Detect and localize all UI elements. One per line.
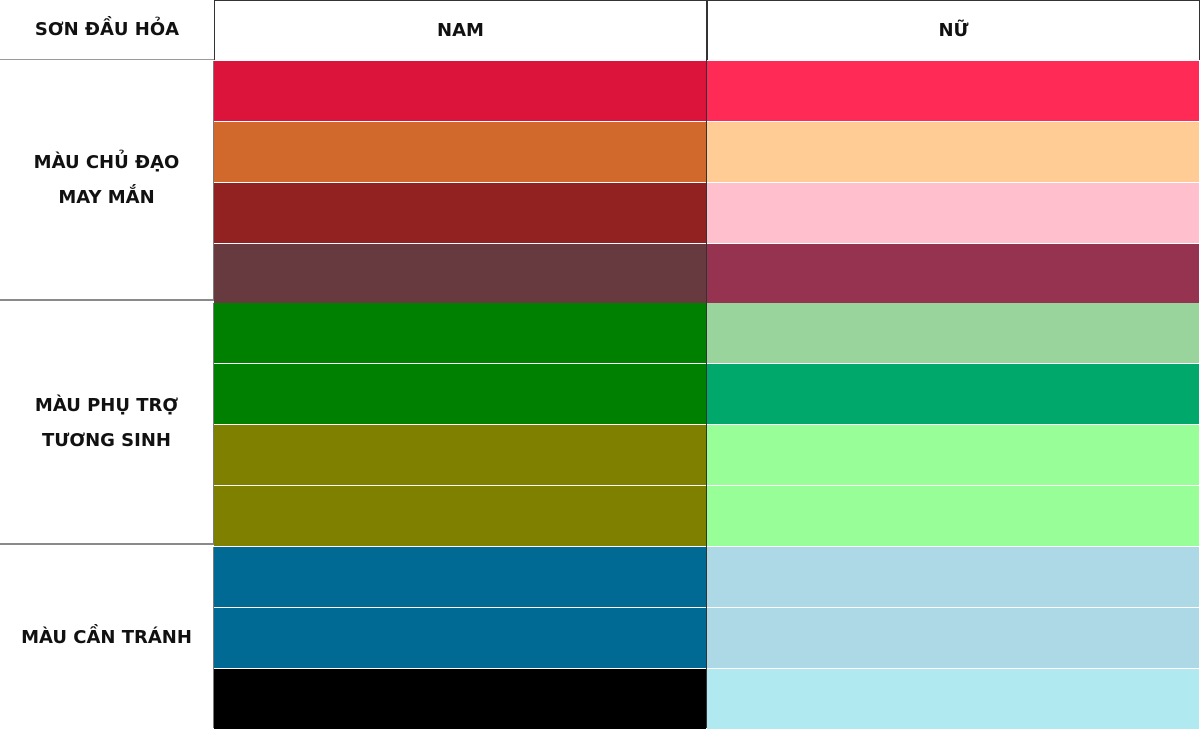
color-swatch-female (707, 183, 1199, 243)
color-swatch-male (214, 547, 706, 607)
column-divider (706, 0, 707, 728)
color-swatch-female (707, 364, 1199, 424)
color-swatch-female (707, 122, 1199, 182)
table-corner-label: SƠN ĐẦU HỎA (0, 0, 214, 60)
group-label-avoid: MÀU CẦN TRÁNH (0, 547, 214, 728)
group-label-line: TƯƠNG SINH (42, 430, 171, 451)
color-swatch-female (707, 547, 1199, 607)
color-swatch-male (214, 122, 706, 182)
color-swatch-male (214, 669, 706, 729)
group-label-line: MÀU CHỦ ĐẠO (33, 152, 180, 173)
column-header-male: NAM (214, 0, 707, 60)
color-swatch-male (214, 244, 706, 304)
group-label-line: MÀU CẦN TRÁNH (21, 627, 192, 648)
color-swatch-male (214, 486, 706, 546)
group-label-line: MÀU PHỤ TRỢ (34, 395, 179, 416)
color-swatch-female (707, 425, 1199, 485)
color-swatch-female (707, 61, 1199, 121)
color-swatch-female (707, 608, 1199, 668)
color-swatch-male (214, 303, 706, 363)
color-swatch-male (214, 425, 706, 485)
color-swatch-female (707, 486, 1199, 546)
color-swatch-female (707, 669, 1199, 729)
group-label-lucky: MÀU CHỦ ĐẠO MAY MẮN (0, 61, 214, 301)
color-swatch-female (707, 244, 1199, 304)
group-label-line: MAY MẮN (58, 187, 155, 208)
color-table: SƠN ĐẦU HỎA NAM NỮ MÀU CHỦ ĐẠO MAY MẮN M… (0, 0, 1200, 729)
color-swatch-grid (214, 61, 1200, 729)
group-label-supporting: MÀU PHỤ TRỢ TƯƠNG SINH (0, 303, 214, 545)
column-header-female: NỮ (707, 0, 1200, 60)
color-swatch-male (214, 61, 706, 121)
color-swatch-male (214, 183, 706, 243)
color-swatch-male (214, 364, 706, 424)
color-swatch-female (707, 303, 1199, 363)
color-swatch-male (214, 608, 706, 668)
